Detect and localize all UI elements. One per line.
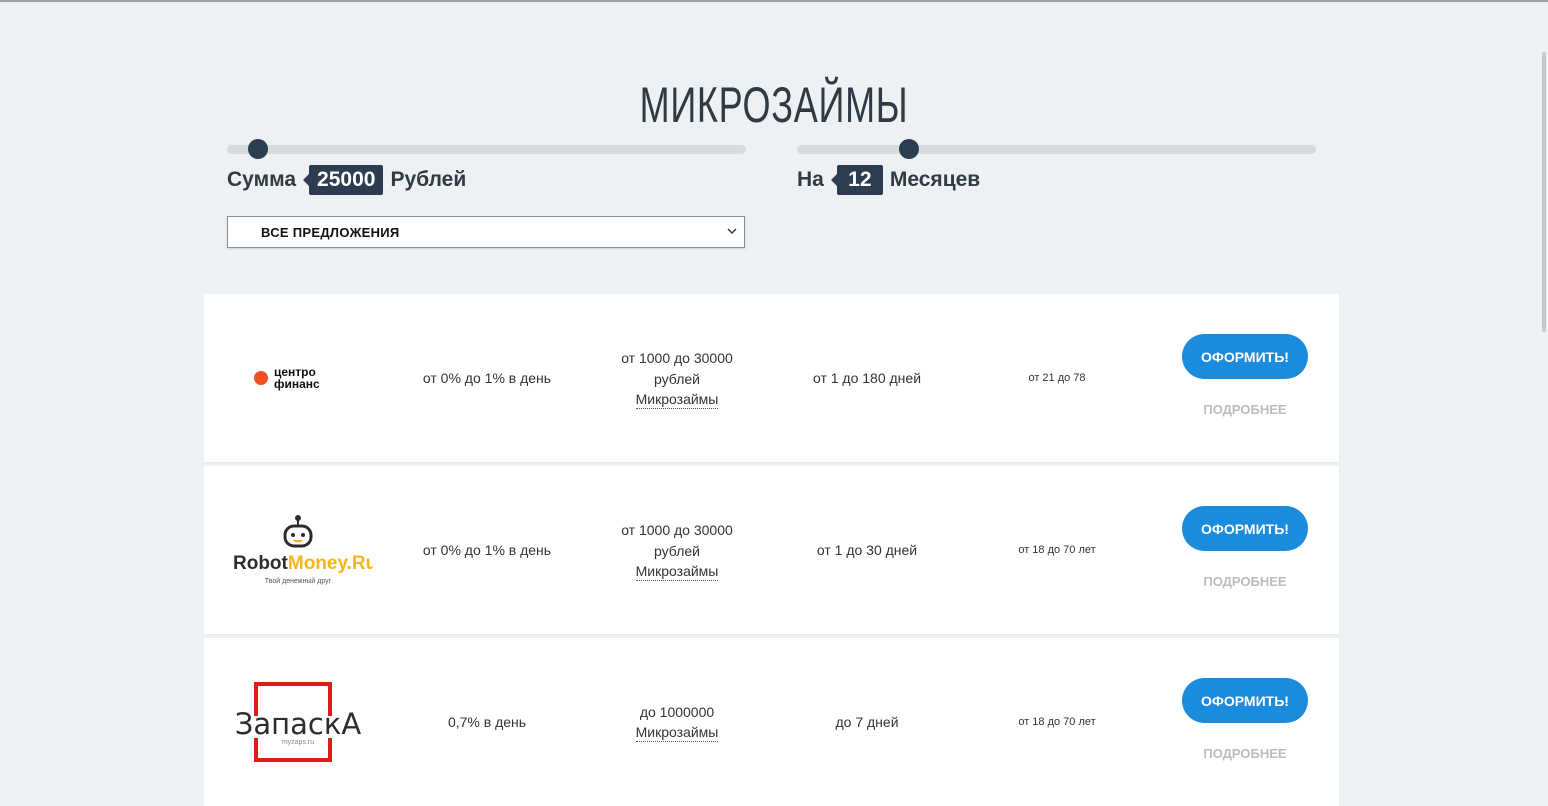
- term-text: от 1 до 30 дней: [816, 541, 918, 558]
- zapaska-logo-icon: ЗапаскА myzaps.ru: [234, 682, 361, 762]
- amount-range: до 1000000: [639, 704, 715, 720]
- offer-actions: ОФОРМИТЬ! ПОДРОБНЕЕ: [1164, 466, 1326, 634]
- term-text: от 1 до 180 дней: [812, 369, 922, 386]
- offer-card: центро финанс от 0% до 1% в день от 1000…: [204, 294, 1339, 462]
- amount-slider[interactable]: [227, 139, 746, 159]
- offers-filter-select[interactable]: ВСЕ ПРЕДЛОЖЕНИЯ: [227, 216, 745, 248]
- amount-label: Сумма 25000 Рублей: [227, 165, 466, 195]
- age-text: от 18 до 70 лет: [1018, 715, 1096, 728]
- term-label-prefix: На: [797, 168, 824, 191]
- age-text: от 21 до 78: [1028, 371, 1086, 384]
- term-slider-handle[interactable]: [898, 139, 919, 159]
- amount-info: до 1000000 Микрозаймы: [582, 638, 772, 806]
- amount-info: от 1000 до 30000 рублей Микрозаймы: [582, 466, 772, 634]
- svg-text:финанс: финанс: [274, 377, 320, 391]
- amount-label-prefix: Сумма: [227, 168, 297, 191]
- apply-button[interactable]: ОФОРМИТЬ!: [1182, 334, 1308, 379]
- details-link[interactable]: ПОДРОБНЕЕ: [1203, 399, 1286, 420]
- term-slider[interactable]: [797, 139, 1316, 159]
- rate-text: от 0% до 1% в день: [422, 369, 552, 386]
- svg-text:ЗапаскА: ЗапаскА: [234, 707, 361, 741]
- svg-text:Твой денежный друг: Твой денежный друг: [264, 577, 331, 585]
- amount-currency: рублей: [654, 542, 700, 559]
- svg-text:myzaps.ru: myzaps.ru: [281, 739, 313, 746]
- robotmoney-logo-icon: RobotMoney.Ru Твой денежный друг: [233, 515, 373, 585]
- lender-logo-zapaska[interactable]: ЗапаскА myzaps.ru: [204, 638, 391, 806]
- page-scrollbar[interactable]: [1538, 2, 1548, 763]
- offer-card: RobotMoney.Ru Твой денежный друг от 0% д…: [204, 466, 1339, 634]
- loan-type-link[interactable]: Микрозаймы: [635, 390, 719, 409]
- amount-currency: рублей: [654, 370, 700, 387]
- amount-value-badge: 25000: [303, 165, 384, 195]
- lender-logo-robotmoney[interactable]: RobotMoney.Ru Твой денежный друг: [204, 466, 391, 634]
- lender-logo-centrofinans[interactable]: центро финанс: [204, 294, 391, 462]
- amount-info: от 1000 до 30000 рублей Микрозаймы: [582, 294, 772, 462]
- term-text: до 7 дней: [835, 713, 899, 730]
- loan-type-link[interactable]: Микрозаймы: [635, 723, 719, 742]
- term-label: На 12 Месяцев: [797, 165, 980, 195]
- amount-range: от 1000 до 30000: [621, 349, 733, 366]
- amount-slider-track[interactable]: [227, 145, 746, 154]
- loan-type-link[interactable]: Микрозаймы: [635, 562, 719, 581]
- term-slider-track[interactable]: [797, 145, 1316, 154]
- offer-actions: ОФОРМИТЬ! ПОДРОБНЕЕ: [1164, 638, 1326, 806]
- centrofinans-logo-icon: центро финанс: [253, 365, 320, 391]
- age-text: от 18 до 70 лет: [1018, 543, 1096, 556]
- apply-button[interactable]: ОФОРМИТЬ!: [1182, 506, 1308, 551]
- svg-text:RobotMoney.Ru: RobotMoney.Ru: [233, 553, 373, 574]
- term-label-suffix: Месяцев: [889, 168, 981, 191]
- term-value-badge: 12: [830, 165, 883, 195]
- page-title: МИКРОЗАЙМЫ: [639, 76, 909, 133]
- filter-selected-value: ВСЕ ПРЕДЛОЖЕНИЯ: [261, 224, 400, 240]
- chevron-down-icon: [727, 228, 737, 234]
- offer-card: ЗапаскА myzaps.ru 0,7% в день до 1000000…: [204, 638, 1339, 806]
- details-link[interactable]: ПОДРОБНЕЕ: [1203, 571, 1286, 592]
- amount-slider-handle[interactable]: [248, 139, 269, 159]
- rate-text: от 0% до 1% в день: [422, 541, 552, 558]
- amount-range: от 1000 до 30000: [621, 521, 733, 538]
- rate-text: 0,7% в день: [447, 713, 527, 730]
- amount-label-suffix: Рублей: [390, 168, 467, 191]
- apply-button[interactable]: ОФОРМИТЬ!: [1182, 678, 1308, 723]
- offer-actions: ОФОРМИТЬ! ПОДРОБНЕЕ: [1164, 294, 1326, 462]
- scrollbar-thumb[interactable]: [1542, 52, 1546, 332]
